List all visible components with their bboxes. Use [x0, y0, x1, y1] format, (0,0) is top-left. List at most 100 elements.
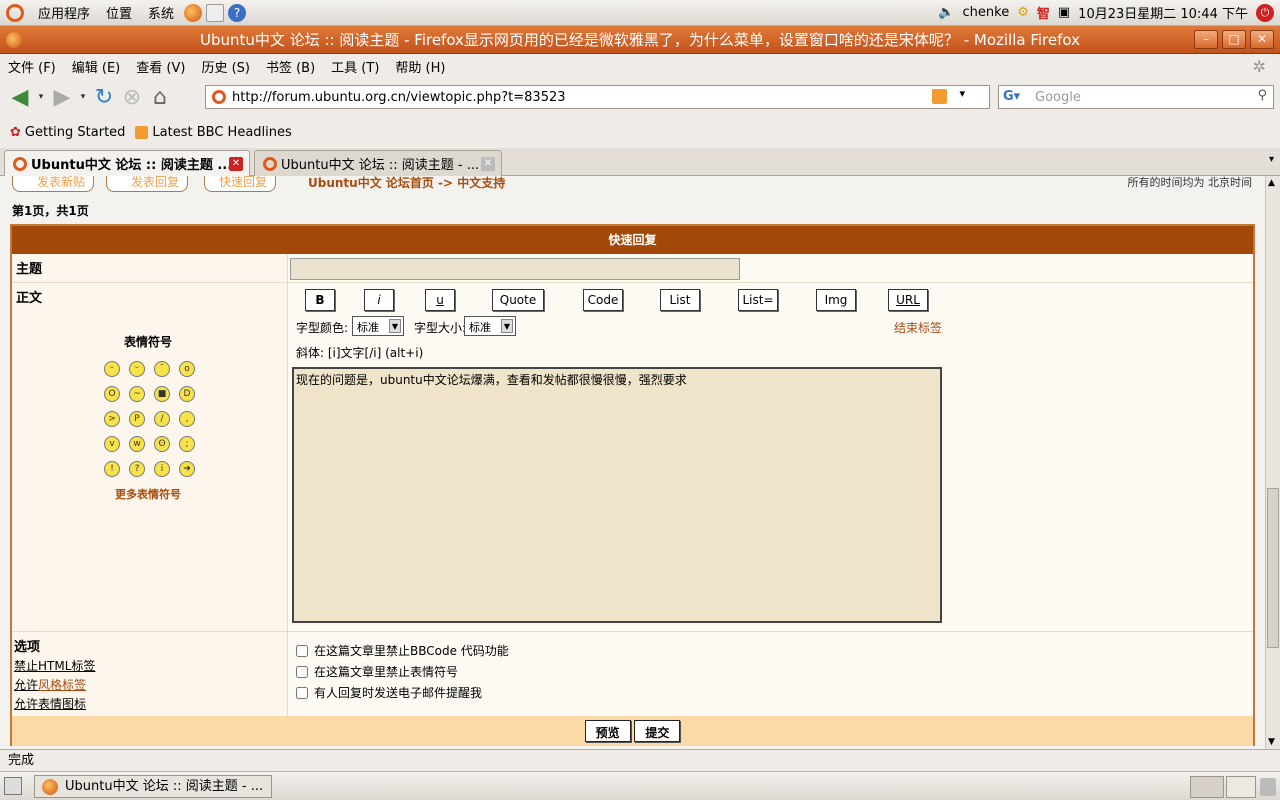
network-icon[interactable]: ⚙ [1017, 5, 1029, 20]
search-magnifier-icon[interactable]: ⚲ [1257, 88, 1267, 103]
notify-reply-option[interactable]: 有人回复时发送电子邮件提醒我 [296, 682, 1253, 703]
volume-icon[interactable]: 🔈 [938, 5, 954, 20]
ubuntu-logo-icon[interactable] [6, 3, 24, 22]
bookmark-getting-started[interactable]: ✿ Getting Started [10, 125, 125, 140]
smiley-shocked-icon[interactable]: O [104, 386, 120, 402]
menu-edit[interactable]: 编辑 (E) [64, 57, 129, 76]
home-icon[interactable]: ⌂ [146, 83, 174, 111]
help-launcher-icon[interactable]: ? [228, 3, 247, 22]
rss-feed-icon[interactable] [932, 89, 947, 104]
maximize-button[interactable]: □ [1222, 30, 1246, 49]
power-icon[interactable]: ⏻ [1256, 3, 1274, 22]
close-tab-icon[interactable]: ✕ [481, 156, 495, 171]
monitor-icon[interactable]: ▣ [1058, 5, 1070, 20]
smiley-exclaim-icon[interactable]: ! [104, 461, 120, 477]
url-dropdown[interactable]: ▾ [959, 87, 965, 100]
smiley-twisted-icon[interactable]: w [129, 436, 145, 452]
show-desktop-icon[interactable] [4, 777, 22, 795]
username[interactable]: chenke [963, 5, 1010, 20]
menu-help[interactable]: 帮助 (H) [387, 57, 453, 76]
tab-viewtopic-1[interactable]: Ubuntu中文 论坛 :: 阅读主题 ... ✕ [4, 150, 250, 176]
smiley-cool-icon[interactable]: ■ [154, 386, 170, 402]
submit-button[interactable]: 提交 [634, 720, 681, 742]
mail-launcher-icon[interactable] [206, 3, 225, 22]
google-engine-icon[interactable]: G▾ [1003, 89, 1020, 104]
reload-icon[interactable]: ↻ [90, 83, 118, 111]
firefox-window-icon[interactable] [6, 32, 22, 48]
tab-viewtopic-2[interactable]: Ubuntu中文 论坛 :: 阅读主题 - ... ✕ [254, 150, 502, 176]
quick-reply-button[interactable]: 快速回复 [204, 176, 277, 192]
smiley-smile-icon[interactable]: ᵕ [129, 361, 145, 377]
font-size-select[interactable]: 标准 ▼ [464, 316, 516, 336]
bbcode-italic-button[interactable]: i [364, 289, 394, 311]
search-bar[interactable]: G▾ Google ⚲ [998, 85, 1274, 109]
url-bar[interactable]: http://forum.ubuntu.org.cn/viewtopic.php… [205, 85, 1015, 109]
minimize-button[interactable]: – [1194, 30, 1218, 49]
back-arrow-icon[interactable]: ◀ [6, 83, 34, 111]
smiley-laugh-icon[interactable]: D [179, 386, 195, 402]
post-reply-button[interactable]: 发表回复 [106, 176, 189, 192]
smiley-wink-icon[interactable]: ; [179, 436, 195, 452]
trash-icon[interactable] [1260, 778, 1276, 796]
stop-icon[interactable]: ⊗ [118, 83, 146, 111]
close-tab-icon[interactable]: ✕ [229, 156, 243, 171]
message-textarea[interactable]: 现在的问题是，ubuntu中文论坛爆满，查看和发帖都很慢很慢，强烈要求 [292, 367, 942, 623]
smiley-idea-icon[interactable]: i [154, 461, 170, 477]
html-disabled-text[interactable]: 禁止HTML标签 [14, 659, 95, 673]
taskbar-firefox-item[interactable]: Ubuntu中文 论坛 :: 阅读主题 - ... [34, 775, 272, 798]
smiley-razz-icon[interactable]: P [129, 411, 145, 427]
font-color-select[interactable]: 标准 ▼ [352, 316, 404, 336]
smileys-allowed-text[interactable]: 允许表情图标 [14, 697, 86, 711]
disable-smileys-option[interactable]: 在这篇文章里禁止表情符号 [296, 661, 1253, 682]
places-menu[interactable]: 位置 [100, 3, 138, 22]
smiley-question-icon[interactable]: ? [129, 461, 145, 477]
smiley-cry-icon[interactable]: , [179, 411, 195, 427]
preview-button[interactable]: 预览 [584, 720, 631, 742]
smiley-evil-icon[interactable]: v [104, 436, 120, 452]
scrollbar-thumb[interactable] [1267, 488, 1279, 648]
input-method-indicator[interactable]: 智 [1037, 3, 1050, 22]
menu-history[interactable]: 历史 (S) [193, 57, 258, 76]
disable-bbcode-option[interactable]: 在这篇文章里禁止BBCode 代码功能 [296, 640, 1253, 661]
forward-arrow-icon[interactable]: ▶ [48, 83, 76, 111]
more-smileys-link[interactable]: 更多表情符号 [12, 486, 284, 502]
bbcode-list-button[interactable]: List [660, 289, 700, 311]
tab-list-dropdown[interactable]: ▾ [1269, 154, 1274, 165]
smiley-embarrassed-icon[interactable]: / [154, 411, 170, 427]
scroll-down-icon[interactable]: ▼ [1268, 737, 1275, 747]
scroll-up-icon[interactable]: ▲ [1268, 178, 1275, 188]
workspace-1[interactable] [1190, 776, 1224, 798]
clock[interactable]: 10月23日星期二 10:44 下午 [1078, 3, 1248, 22]
smiley-arrow-icon[interactable]: ➜ [179, 461, 195, 477]
vertical-scrollbar[interactable]: ▲ ▼ [1265, 176, 1280, 749]
close-window-button[interactable]: ✕ [1250, 30, 1274, 49]
new-topic-button[interactable]: 发表新贴 [12, 176, 95, 192]
bookmark-bbc-headlines[interactable]: Latest BBC Headlines [135, 125, 292, 140]
disable-bbcode-checkbox[interactable] [296, 644, 308, 657]
bbcode-url-button[interactable]: URL [888, 289, 928, 311]
smiley-sad-icon[interactable]: ˘ [154, 361, 170, 377]
close-tags-link[interactable]: 结束标签 [894, 319, 942, 336]
smiley-surprised-icon[interactable]: o [179, 361, 195, 377]
bbcode-quote-button[interactable]: Quote [492, 289, 544, 311]
smiley-mad-icon[interactable]: > [104, 411, 120, 427]
system-menu[interactable]: 系统 [142, 3, 180, 22]
firefox-launcher-icon[interactable] [184, 3, 203, 22]
bbcode-code-button[interactable]: Code [583, 289, 623, 311]
menu-file[interactable]: 文件 (F) [0, 57, 64, 76]
applications-menu[interactable]: 应用程序 [32, 3, 96, 22]
smiley-grin-icon[interactable]: ᵕ [104, 361, 120, 377]
bbcode-allowed-text[interactable]: 允许 [14, 678, 38, 692]
menu-tools[interactable]: 工具 (T) [323, 57, 387, 76]
breadcrumb[interactable]: Ubuntu中文 论坛首页 -> 中文支持 [308, 176, 505, 191]
forward-history-dropdown[interactable]: ▾ [76, 83, 90, 111]
menu-view[interactable]: 查看 (V) [128, 57, 193, 76]
bbcode-style-link[interactable]: 风格标签 [38, 678, 86, 692]
smiley-confused-icon[interactable]: ~ [129, 386, 145, 402]
bbcode-list-ordered-button[interactable]: List= [738, 289, 778, 311]
bbcode-bold-button[interactable]: B [305, 289, 335, 311]
bbcode-img-button[interactable]: Img [816, 289, 856, 311]
smiley-rolleyes-icon[interactable]: ʘ [154, 436, 170, 452]
bbcode-underline-button[interactable]: u [425, 289, 455, 311]
menu-bookmarks[interactable]: 书签 (B) [258, 57, 323, 76]
